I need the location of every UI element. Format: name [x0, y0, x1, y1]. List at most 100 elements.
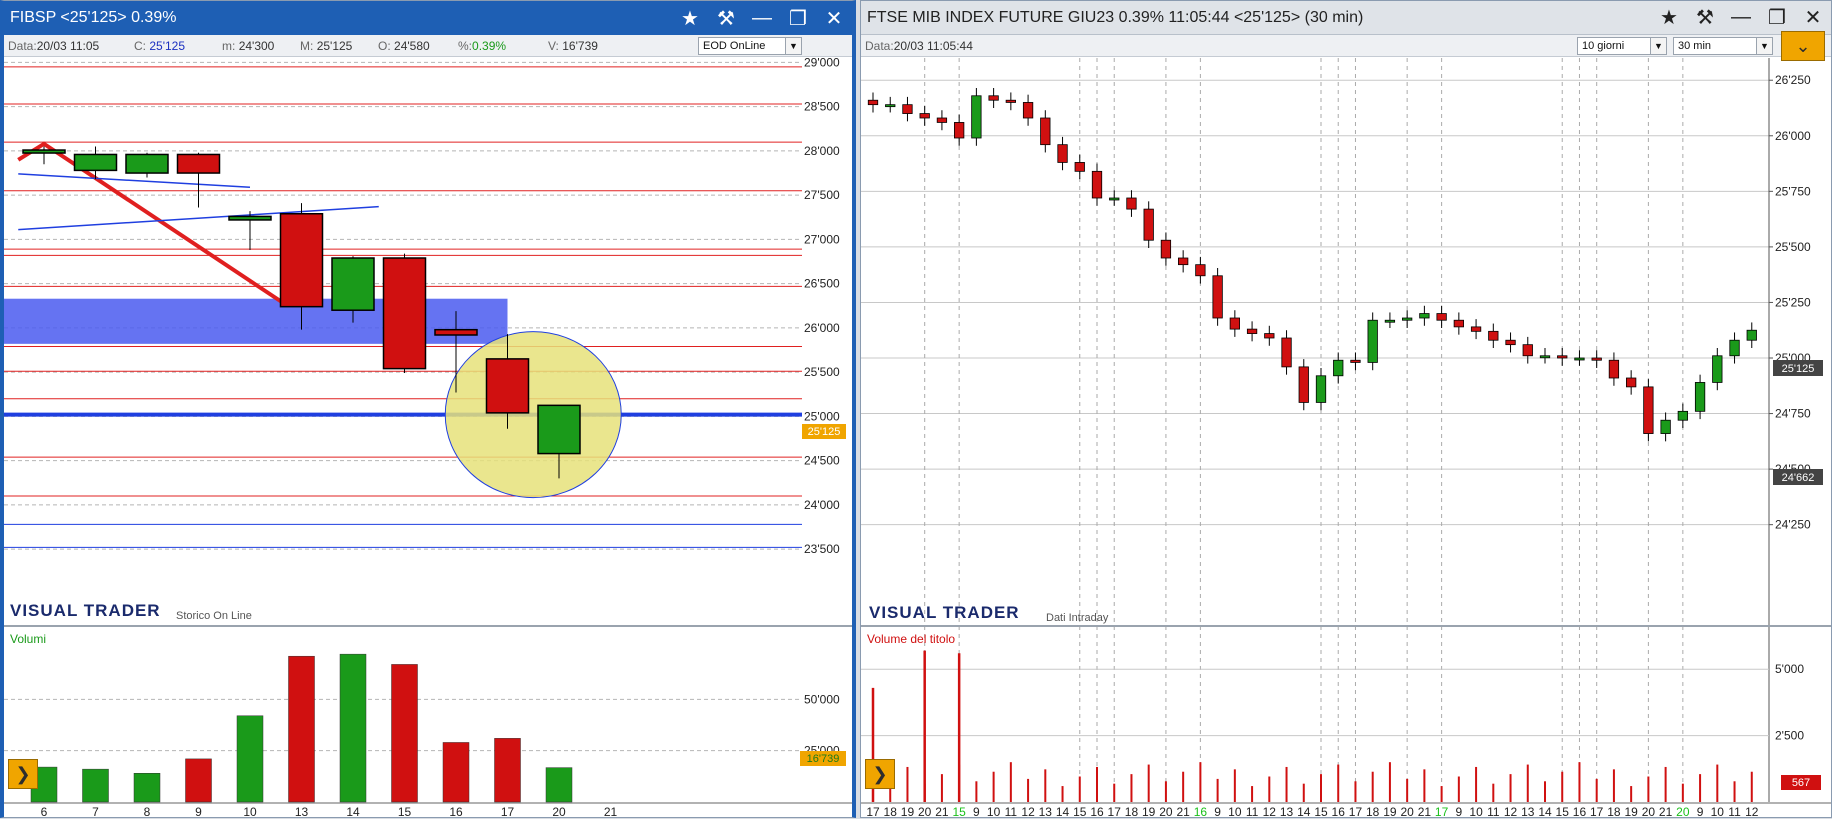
volume-axis-label: 50'000: [804, 692, 840, 706]
x-axis-label: 9: [973, 805, 980, 819]
x-axis-label: 17: [866, 805, 880, 819]
x-axis-label: 19: [1142, 805, 1156, 819]
x-axis-label: 20: [552, 805, 566, 819]
x-axis-label: 9: [1456, 805, 1463, 819]
left-brand: VISUAL TRADER: [10, 601, 161, 620]
candle-body: [382, 257, 427, 370]
candle-body: [1350, 359, 1361, 363]
x-axis-label: 20: [918, 805, 932, 819]
candle-body: [954, 122, 965, 139]
x-axis-label: 7: [92, 805, 99, 819]
price-axis-label: 27'500: [804, 188, 840, 202]
fibsp-chart[interactable]: 29'000 28'500 28'000 27'500 27'000 26'500 26'0…: [4, 58, 852, 819]
x-axis-label: 13: [1280, 805, 1294, 819]
candle-body: [1488, 330, 1499, 341]
x-axis-label: 21: [1176, 805, 1190, 819]
hammer-tools-icon[interactable]: ⚒: [1687, 1, 1723, 35]
x-axis-label: 10: [1228, 805, 1242, 819]
x-axis-label: 15: [1556, 805, 1570, 819]
candle-body: [885, 104, 896, 108]
minimize-icon[interactable]: —: [1723, 1, 1759, 35]
right-brand-sub: Dati Intraday: [1046, 612, 1109, 624]
left-price-tag: 25'125: [802, 424, 846, 439]
x-axis-label: 18: [1125, 805, 1139, 819]
price-axis-label: 25'500: [1775, 240, 1811, 254]
info-close: C: 25'125: [134, 39, 186, 53]
candle-body: [1402, 317, 1413, 321]
candle-body: [1746, 329, 1757, 341]
x-axis-label: 16: [1573, 805, 1587, 819]
blue-trendline: [18, 205, 379, 231]
volume-axis-label: 5'000: [1775, 662, 1804, 676]
right-window-title: FTSE MIB INDEX FUTURE GIU23 0.39% 11:05:…: [867, 8, 1364, 26]
candle-body: [1109, 197, 1120, 201]
candle-body: [1694, 382, 1706, 412]
candle-body: [1470, 326, 1482, 332]
left-volume-tag: 16'739: [800, 751, 846, 766]
candle-body: [1022, 102, 1034, 119]
info-percent: %:0.39%: [458, 39, 507, 53]
maximize-icon[interactable]: ❐: [1759, 1, 1795, 35]
x-axis-label: 12: [1504, 805, 1518, 819]
minimize-icon[interactable]: —: [744, 1, 780, 35]
interval-select[interactable]: 30 min ▼: [1673, 37, 1773, 55]
price-axis-label: 26'000: [1775, 129, 1811, 143]
right-volume-tag: 567: [1781, 775, 1821, 790]
price-axis-label: 26'250: [1775, 73, 1811, 87]
right-volume-label: Volume del titolo: [867, 632, 955, 646]
close-icon[interactable]: ✕: [1795, 1, 1831, 35]
right-price-tag-text: 25'125: [1782, 363, 1815, 375]
right-expand-button[interactable]: ❯: [865, 759, 895, 789]
candle-body: [1505, 339, 1516, 346]
candle-body: [1557, 355, 1568, 359]
highlight-circle: [444, 331, 622, 499]
maximize-icon[interactable]: ❐: [780, 1, 816, 35]
favorite-star-icon[interactable]: ★: [1651, 1, 1687, 35]
volume-bar: [236, 715, 264, 803]
candle-body: [1143, 208, 1154, 241]
candle-body: [1643, 386, 1654, 434]
x-axis-label: 14: [1056, 805, 1070, 819]
candle-body: [1608, 359, 1620, 379]
x-axis-label: 18: [884, 805, 898, 819]
x-axis-label: 10: [1711, 805, 1725, 819]
x-axis-label: 16: [1194, 805, 1208, 819]
candle-body: [988, 95, 999, 101]
ftse-chart[interactable]: 26'25026'00025'75025'50025'25025'00024'7…: [861, 58, 1831, 819]
price-axis-label: 29'000: [804, 58, 840, 69]
price-axis-label: 27'000: [804, 232, 840, 246]
collapse-toolbar-button[interactable]: ⌄: [1781, 31, 1825, 61]
chevron-right-icon: ❯: [872, 763, 888, 784]
hammer-tools-icon[interactable]: ⚒: [708, 1, 744, 35]
info-min: m: 24'300: [222, 39, 275, 53]
x-axis-label: 17: [1590, 805, 1604, 819]
x-axis-label: 9: [1697, 805, 1704, 819]
x-axis-label: 12: [1021, 805, 1035, 819]
candle-body: [1315, 375, 1327, 403]
x-axis-label: 19: [1383, 805, 1397, 819]
candle-body: [1298, 366, 1309, 403]
candle-body: [1005, 99, 1016, 103]
candle-body: [485, 358, 530, 414]
favorite-star-icon[interactable]: ★: [672, 1, 708, 35]
price-axis-label: 28'000: [804, 144, 840, 158]
candle-body: [279, 213, 324, 308]
x-axis-label: 10: [243, 805, 257, 819]
chevron-right-icon: ❯: [15, 763, 31, 784]
x-axis-label: 17: [501, 805, 515, 819]
volume-bar: [494, 738, 521, 803]
volume-bar: [545, 767, 573, 803]
candle-body: [1436, 313, 1447, 321]
mode-select[interactable]: EOD OnLine ▼: [698, 37, 802, 55]
candle-body: [22, 149, 66, 154]
candle-body: [1091, 170, 1103, 199]
price-axis-label: 24'750: [1775, 407, 1811, 421]
left-expand-button[interactable]: ❯: [8, 759, 38, 789]
close-icon[interactable]: ✕: [816, 1, 852, 35]
volume-axis-label: 2'500: [1775, 729, 1804, 743]
chevron-down-icon: ⌄: [1795, 35, 1811, 56]
x-axis-label: 9: [1214, 805, 1221, 819]
info-date: Data:20/03 11:05: [8, 39, 100, 53]
volume-bar: [133, 773, 161, 803]
period-select[interactable]: 10 giorni ▼: [1577, 37, 1667, 55]
